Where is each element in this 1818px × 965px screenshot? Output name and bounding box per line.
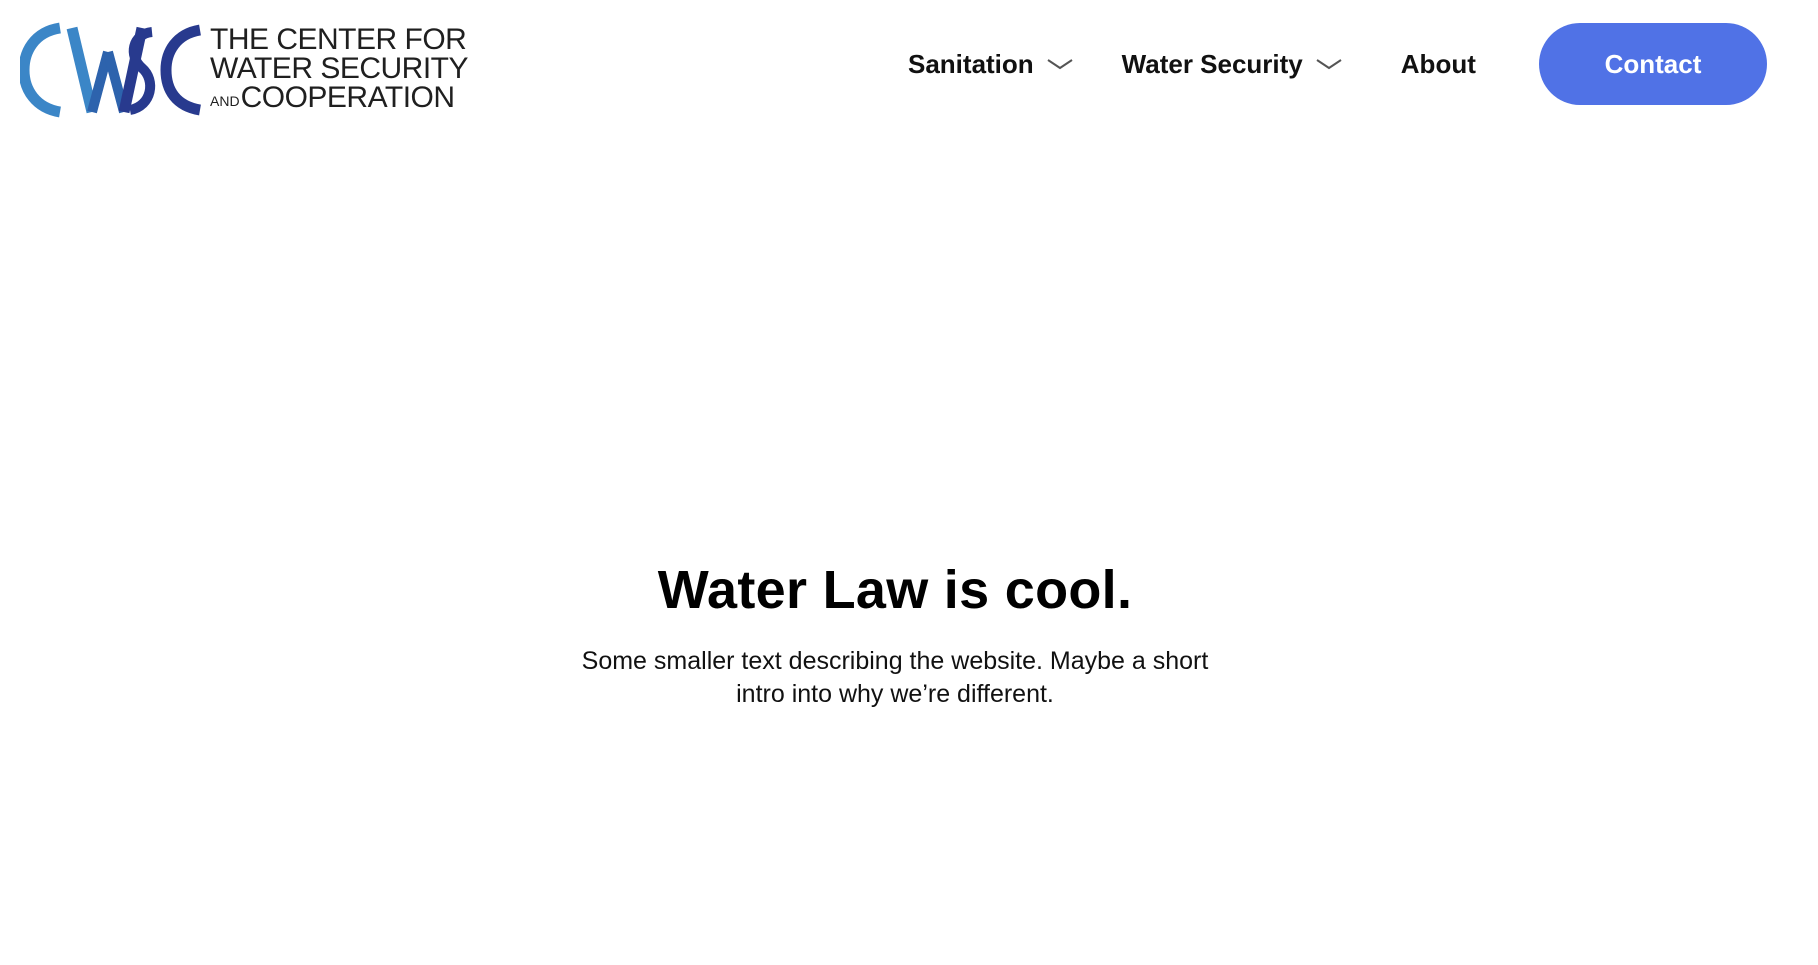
logo-line-3: ANDCOOPERATION <box>210 80 468 116</box>
nav-item-label: About <box>1400 48 1476 79</box>
logo-wordmark: THE CENTER FOR WATER SECURITY ANDCOOPERA… <box>210 22 469 116</box>
nav-item-sanitation[interactable]: Sanitation <box>908 49 1074 80</box>
hero-title: Water Law is cool. <box>657 560 1133 620</box>
logo-line-2: WATER SECURITY <box>210 51 469 85</box>
logo-line-1: THE CENTER FOR <box>210 22 467 56</box>
nav-item-label: Sanitation <box>908 48 1034 79</box>
main-nav: Sanitation Water Security About <box>880 23 1476 105</box>
nav-item-water-security[interactable]: Water Security <box>1122 49 1343 80</box>
site-header: THE CENTER FOR WATER SECURITY ANDCOOPERA… <box>0 0 1818 130</box>
hero-section: Water Law is cool. Some smaller text des… <box>0 555 1790 711</box>
cwsc-logo-mark-icon <box>20 22 202 118</box>
site-logo[interactable]: THE CENTER FOR WATER SECURITY ANDCOOPERA… <box>20 22 470 118</box>
logo-and: AND <box>210 92 240 109</box>
chevron-down-icon <box>1047 59 1073 70</box>
contact-button[interactable]: Contact <box>1539 23 1767 105</box>
logo-cooperation: COOPERATION <box>240 80 455 114</box>
chevron-down-icon <box>1316 59 1342 70</box>
nav-item-about[interactable]: About <box>1401 49 1476 80</box>
nav-item-label: Water Security <box>1121 48 1303 79</box>
hero-description: Some smaller text describing the website… <box>581 647 1209 708</box>
